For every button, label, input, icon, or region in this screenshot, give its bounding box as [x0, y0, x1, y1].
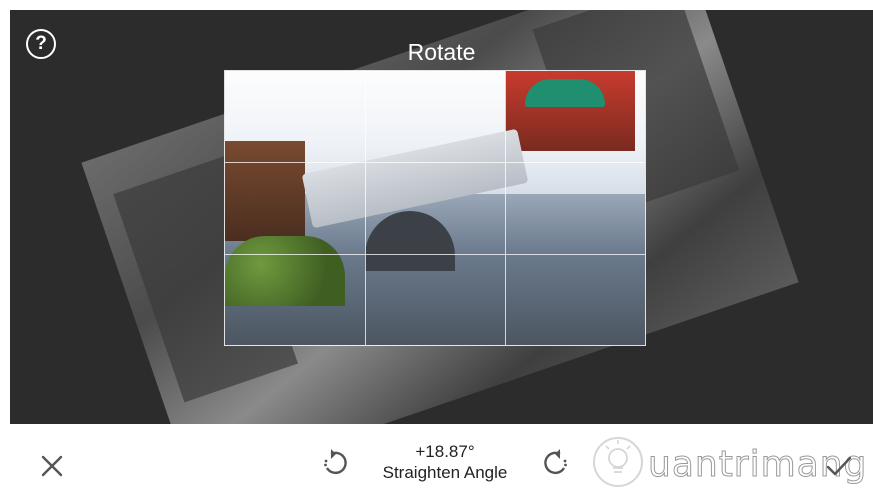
crop-grid-line	[225, 162, 645, 164]
angle-value: +18.87°	[415, 442, 475, 461]
crop-frame[interactable]	[224, 70, 646, 346]
crop-grid-line	[504, 71, 506, 345]
straighten-angle-readout: +18.87° Straighten Angle	[370, 441, 520, 484]
crop-grid-line	[225, 253, 645, 255]
page-title: Rotate	[407, 39, 476, 65]
close-icon[interactable]	[38, 452, 66, 480]
rotate-right-icon[interactable]	[539, 446, 573, 480]
rotate-left-icon[interactable]	[318, 446, 352, 480]
angle-label: Straighten Angle	[382, 463, 508, 482]
check-icon[interactable]	[824, 451, 854, 481]
crop-grid-line	[364, 71, 366, 345]
